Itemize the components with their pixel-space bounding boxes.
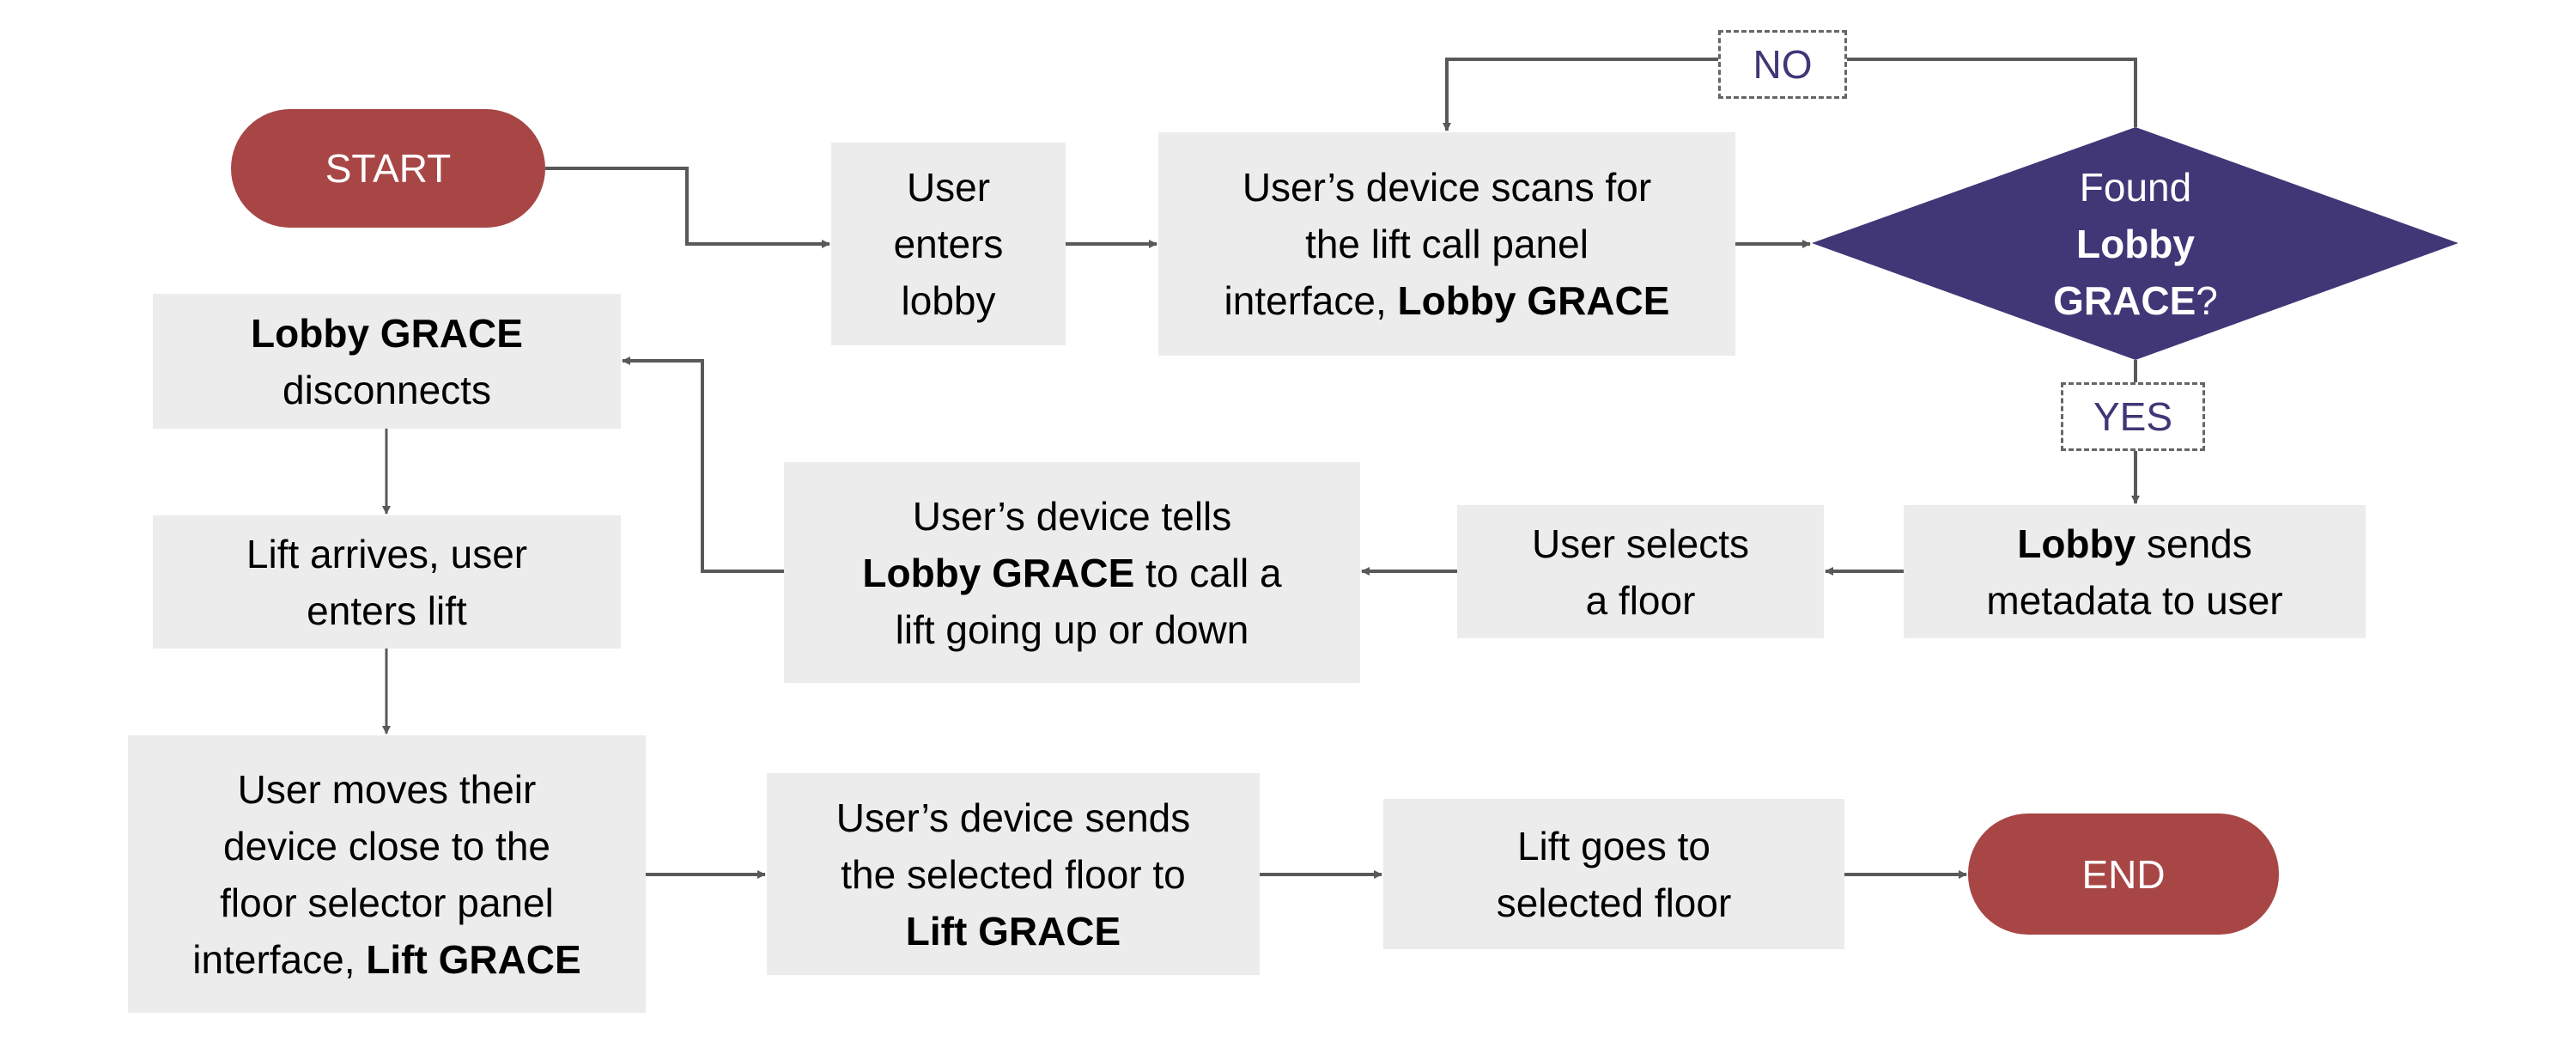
text: floor selector panel (220, 880, 554, 925)
end-label: END (2081, 851, 2166, 897)
text-bold: Lobby GRACE (1397, 278, 1670, 323)
text: the lift call panel (1305, 222, 1589, 266)
yes-label: YES (2061, 382, 2205, 451)
start-terminal: START (231, 109, 545, 228)
arrow-start-to-enters (545, 167, 830, 248)
step-sends-metadata: Lobby sends metadata to user (1904, 505, 2366, 638)
decision-text: Found Lobby GRACE? (1964, 159, 2307, 329)
text: User’s device tells (912, 493, 1232, 539)
text: metadata to user (1986, 577, 2283, 623)
text: lobby (901, 278, 996, 323)
step-selects-floor: User selects a floor (1457, 505, 1824, 638)
line-decision-to-no (1847, 58, 2137, 127)
text: sends (2136, 521, 2252, 566)
text: to call a (1134, 550, 1282, 595)
text-bold: Lobby (2076, 222, 2195, 266)
text-bold: Lobby GRACE (251, 310, 523, 356)
text: ? (2196, 278, 2218, 323)
text: User selects (1531, 521, 1750, 566)
text: interface, (1224, 278, 1398, 323)
text: enters (893, 222, 1004, 266)
step-lift-goes: Lift goes to selected floor (1383, 799, 1844, 949)
arrow-tells-to-disconnects (622, 356, 784, 573)
text: lift going up or down (895, 606, 1249, 652)
text: Lift arrives, user (246, 531, 528, 576)
text-bold: Lift GRACE (905, 908, 1121, 954)
flowchart: START User enters lobby User’s device sc… (0, 0, 2576, 1048)
text-bold: Lift GRACE (366, 936, 581, 982)
text: Lift goes to (1516, 823, 1711, 868)
text: User moves their (237, 766, 537, 812)
yes-text: YES (2093, 394, 2173, 439)
text: User’s device scans for (1242, 165, 1652, 210)
no-label: NO (1718, 30, 1847, 99)
text: disconnects (283, 367, 491, 412)
end-terminal: END (1968, 813, 2279, 935)
text: selected floor (1496, 880, 1732, 925)
step-enters-lobby: User enters lobby (831, 143, 1066, 345)
start-label: START (325, 146, 452, 191)
text: a floor (1585, 577, 1696, 623)
step-lift-arrives: Lift arrives, user enters lift (153, 515, 621, 649)
text-bold: Lobby (2017, 521, 2136, 566)
text: Found (2079, 165, 2192, 210)
text-bold: GRACE (2053, 278, 2196, 323)
text: enters lift (307, 588, 467, 633)
step-scans: User’s device scans for the lift call pa… (1158, 132, 1735, 356)
step-disconnects: Lobby GRACE disconnects (153, 294, 621, 429)
text: the selected floor to (841, 851, 1186, 897)
text: interface, (192, 936, 367, 982)
step-tells: User’s device tells Lobby GRACE to call … (784, 462, 1360, 683)
arrow-no-to-scan (1443, 58, 1718, 131)
text: device close to the (222, 823, 550, 868)
step-sends-floor: User’s device sends the selected floor t… (767, 773, 1260, 975)
text: User (906, 165, 991, 210)
step-moves-device: User moves their device close to the flo… (128, 735, 646, 1013)
no-text: NO (1753, 42, 1813, 87)
text: User’s device sends (835, 795, 1191, 840)
text-bold: Lobby GRACE (862, 550, 1135, 595)
